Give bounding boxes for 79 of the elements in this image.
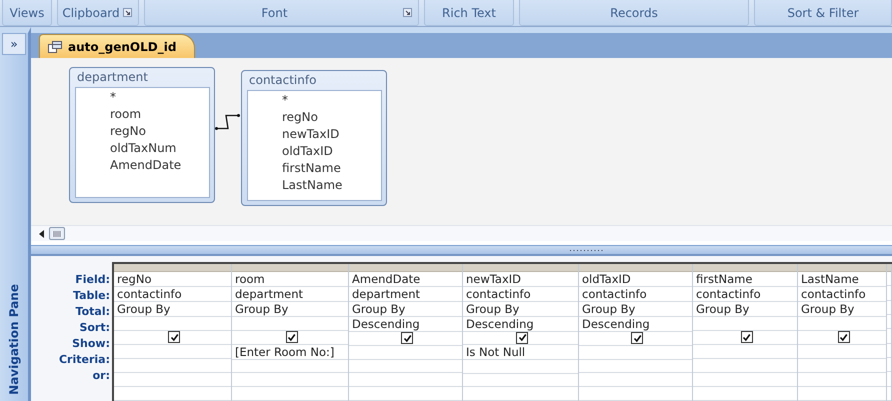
show-checkbox[interactable] bbox=[838, 331, 850, 344]
grid-cell[interactable]: AmendDate bbox=[349, 272, 462, 287]
column-selector[interactable] bbox=[798, 264, 886, 272]
grid-cell[interactable]: newTaxID bbox=[463, 272, 578, 287]
show-checkbox[interactable] bbox=[740, 331, 752, 344]
grid-cell[interactable]: Group By bbox=[798, 302, 886, 317]
column-selector[interactable] bbox=[579, 264, 692, 272]
row-label: Total: bbox=[74, 304, 111, 320]
column-selector[interactable] bbox=[887, 264, 891, 272]
field-name[interactable]: room bbox=[76, 106, 209, 123]
show-checkbox[interactable] bbox=[631, 332, 643, 344]
grid-cell[interactable]: oldTaxID bbox=[579, 272, 692, 287]
ribbon-group-label: Clipboard bbox=[62, 6, 120, 20]
field-name[interactable]: * bbox=[76, 89, 209, 106]
grid-cell[interactable]: Group By bbox=[232, 302, 348, 317]
show-checkbox[interactable] bbox=[286, 331, 298, 344]
navigation-pane-label[interactable]: Navigation Pane bbox=[7, 284, 21, 395]
grid-cell[interactable]: contactinfo bbox=[114, 286, 231, 302]
field-name[interactable]: LastName bbox=[248, 177, 381, 194]
row-label: Field: bbox=[74, 272, 111, 288]
grid-cell[interactable]: room bbox=[232, 272, 348, 287]
ribbon-group-label: Rich Text bbox=[442, 6, 496, 20]
show-checkbox[interactable] bbox=[516, 332, 528, 344]
grid-cell[interactable]: contactinfo bbox=[463, 286, 578, 302]
table-box[interactable]: department * room regNo oldTaxNum AmendDate bbox=[69, 67, 215, 203]
grid-cell[interactable]: Group By bbox=[349, 302, 462, 317]
grid-cell[interactable]: contactinfo bbox=[798, 286, 886, 302]
dialog-launcher-icon[interactable] bbox=[123, 8, 132, 17]
scroll-thumb[interactable] bbox=[49, 227, 65, 240]
row-label: or: bbox=[92, 368, 111, 384]
dialog-launcher-icon[interactable] bbox=[403, 8, 412, 17]
show-checkbox[interactable] bbox=[168, 331, 180, 344]
grid-cell[interactable]: Group By bbox=[463, 302, 578, 317]
expand-button[interactable]: » bbox=[2, 33, 26, 55]
grid-cell[interactable]: Group By bbox=[579, 302, 692, 317]
field-name[interactable]: oldTaxID bbox=[248, 143, 381, 160]
grid-cell[interactable]: Descending bbox=[349, 316, 462, 332]
grid-cell[interactable]: [Enter Room No:] bbox=[232, 344, 348, 360]
grid-cell[interactable]: contactinfo bbox=[579, 286, 692, 302]
grid-cell[interactable]: Group By bbox=[693, 302, 797, 317]
grid-cell[interactable]: Group By bbox=[114, 302, 231, 317]
field-name[interactable]: oldTaxNum bbox=[76, 140, 209, 157]
row-label: Criteria: bbox=[58, 352, 111, 368]
row-label: Table: bbox=[72, 288, 111, 304]
scroll-left-icon[interactable] bbox=[39, 230, 45, 238]
ribbon-group-label: Sort & Filter bbox=[787, 6, 859, 20]
ribbon-group-label: Font bbox=[261, 6, 288, 20]
grid-cell[interactable]: regNo bbox=[114, 272, 231, 287]
field-name[interactable]: regNo bbox=[248, 109, 381, 126]
field-name[interactable]: * bbox=[248, 92, 381, 109]
grip-icon[interactable] bbox=[568, 248, 604, 252]
field-name[interactable]: newTaxID bbox=[248, 126, 381, 143]
column-selector[interactable] bbox=[114, 264, 231, 272]
table-name: contactinfo bbox=[248, 72, 318, 89]
grid-cell[interactable]: firstName bbox=[693, 272, 797, 287]
column-selector[interactable] bbox=[232, 264, 348, 272]
ribbon-group-label: Views bbox=[10, 6, 44, 20]
field-name[interactable]: AmendDate bbox=[76, 157, 209, 174]
column-selector[interactable] bbox=[349, 264, 462, 272]
grid-cell[interactable]: contactinfo bbox=[693, 286, 797, 302]
column-selector[interactable] bbox=[693, 264, 797, 272]
field-name[interactable]: regNo bbox=[76, 123, 209, 140]
row-label: Show: bbox=[71, 336, 111, 352]
grid-cell[interactable]: department bbox=[349, 286, 462, 302]
query-icon bbox=[48, 40, 62, 52]
table-box[interactable]: contactinfo * regNo newTaxID oldTaxID firstName LastName bbox=[241, 70, 387, 206]
row-label: Sort: bbox=[78, 320, 111, 336]
grid-cell[interactable]: Descending bbox=[579, 316, 692, 332]
table-name: department bbox=[76, 69, 149, 86]
grid-cell[interactable]: LastName bbox=[798, 272, 886, 287]
column-selector[interactable] bbox=[463, 264, 578, 272]
relationship-line bbox=[215, 114, 240, 130]
grid-cell[interactable]: Descending bbox=[463, 316, 578, 332]
show-checkbox[interactable] bbox=[401, 332, 413, 344]
field-name[interactable]: firstName bbox=[248, 160, 381, 177]
ribbon-group-label: Records bbox=[610, 6, 658, 20]
grid-cell[interactable]: Is Not Null bbox=[463, 345, 578, 360]
document-tab[interactable]: auto_genOLD_id bbox=[39, 34, 196, 58]
grid-cell[interactable]: department bbox=[232, 286, 348, 302]
